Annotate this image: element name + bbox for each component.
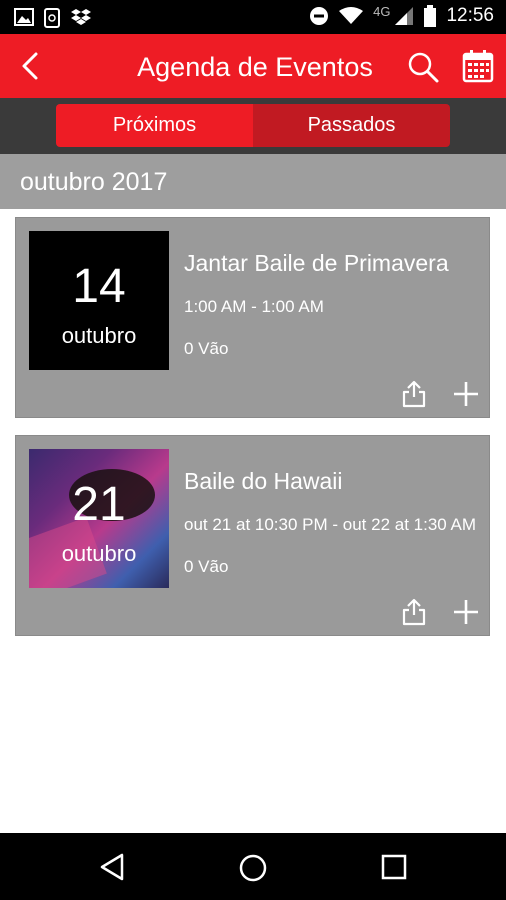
image-icon	[14, 8, 34, 26]
calendar-icon[interactable]	[462, 49, 494, 83]
do-not-disturb-icon	[310, 7, 329, 25]
nav-recents-icon[interactable]	[380, 853, 408, 881]
event-going-count: 0 Vão	[184, 339, 229, 358]
event-title: Baile do Hawaii	[184, 468, 343, 494]
notification-icons	[14, 8, 92, 28]
nav-back-icon[interactable]	[98, 853, 126, 881]
event-day: 21	[72, 478, 126, 531]
search-icon[interactable]	[406, 50, 440, 84]
status-bar: 4G 12:56	[0, 0, 506, 34]
wifi-icon	[339, 7, 364, 24]
event-time: 1:00 AM - 1:00 AM	[184, 297, 324, 316]
signal-icon	[395, 7, 414, 25]
event-time: out 21 at 10:30 PM - out 22 at 1:30 AM	[184, 515, 477, 534]
tab-past[interactable]: Passados	[253, 104, 450, 147]
back-arrow-icon[interactable]	[16, 50, 48, 82]
event-card[interactable]: 14 outubro Jantar Baile de Primavera 1:0…	[15, 217, 490, 418]
add-icon[interactable]	[452, 380, 480, 408]
event-date-box: 14 outubro	[29, 231, 169, 370]
tabs-bar: Próximos Passados	[0, 98, 506, 154]
share-icon[interactable]	[402, 380, 426, 408]
event-day: 14	[72, 260, 126, 313]
tab-upcoming[interactable]: Próximos	[56, 104, 253, 147]
month-section-header: outubro 2017	[0, 154, 506, 209]
event-month: outubro	[61, 541, 137, 566]
dropbox-icon	[71, 9, 91, 25]
phone-sync-icon	[44, 8, 60, 28]
battery-icon	[424, 5, 437, 27]
app-bar: Agenda de Eventos	[0, 34, 506, 98]
system-icons: 4G 12:56	[309, 3, 494, 27]
event-title: Jantar Baile de Primavera	[184, 250, 449, 276]
nav-home-icon[interactable]	[238, 853, 268, 883]
share-icon[interactable]	[402, 598, 426, 626]
page-title: Agenda de Eventos	[137, 52, 373, 82]
network-type-label: 4G	[373, 3, 391, 19]
event-card[interactable]: 21 outubro Baile do Hawaii out 21 at 10:…	[15, 435, 490, 636]
event-date-box: 21 outubro	[29, 449, 169, 588]
event-going-count: 0 Vão	[184, 557, 229, 576]
month-label: outubro 2017	[20, 168, 168, 196]
event-list[interactable]: 14 outubro Jantar Baile de Primavera 1:0…	[0, 209, 506, 833]
system-nav-bar	[0, 833, 506, 900]
event-month: outubro	[61, 323, 137, 348]
add-icon[interactable]	[452, 598, 480, 626]
status-time: 12:56	[446, 5, 494, 26]
